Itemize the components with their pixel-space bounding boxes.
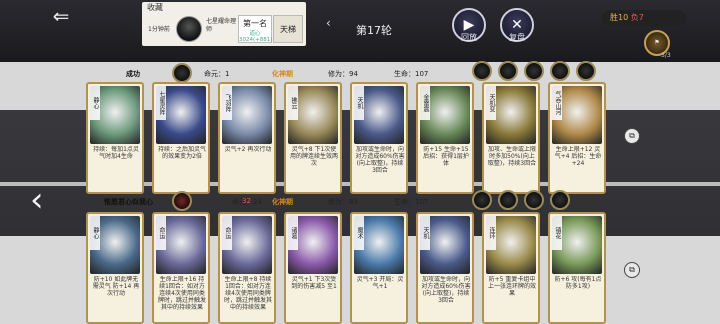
copy-icon[interactable]: ⧉ — [624, 128, 640, 144]
card-name: 镇花 — [552, 216, 562, 250]
card-name: 天机变 — [486, 86, 496, 120]
card-name: 命运 — [222, 216, 232, 250]
card-name: 魔术 — [354, 216, 364, 250]
review-label: 复盘 — [509, 33, 525, 42]
card-text: 灵气+8 下1次使用的牌连续生效两次 — [289, 146, 338, 167]
card-text: 灵气+3 开局：灵气+1 — [356, 276, 404, 290]
ladder-button[interactable]: 天梯 — [273, 15, 303, 43]
player-top-badge-icon[interactable] — [172, 63, 192, 83]
round-label: 第17轮 — [356, 24, 392, 37]
player-top-status: 成功 — [126, 70, 140, 78]
record-panel: 收藏 1分钟前 七星耀命理师 第一名 道心 3024(+881) 天梯 — [142, 2, 306, 46]
player-bottom-card-6[interactable]: 连环防+5 重复卡组中上一张连环牌的效果 — [482, 212, 540, 324]
player-bottom-card-0[interactable]: 静心防+10 如此牌无需灵气 防+14 再次行动 — [86, 212, 144, 324]
player-top-realm: 化神期 — [272, 70, 293, 78]
lose-count: 负7 — [630, 13, 644, 22]
card-text: 防+6 攻(每有1点防多1攻) — [554, 276, 602, 290]
player-top-card-0[interactable]: 静心持续：每加1点灵气时加4生命 — [86, 82, 144, 194]
card-text: 防+10 如此牌无需灵气 防+14 再次行动 — [92, 276, 140, 297]
player-bottom-xiuwei: 修为：83 — [328, 198, 358, 206]
card-text: 防+15 生命+15 后招：获得1层护体 — [423, 146, 469, 167]
card-name: 静心 — [90, 216, 100, 250]
player-bottom-card-1[interactable]: 命运生命上限+16 持续1回合：如对方连续4次使用同类牌时，跳过并触发其中的持续… — [152, 212, 210, 324]
replay-label: 回放 — [461, 33, 477, 42]
player-bottom-mingyuan-extra: 32 — [242, 197, 251, 205]
score-box: 胜10 负7 — [602, 10, 686, 26]
card-text: 加攻或生命时，向对方造成60%伤害(向上取整)，持续3回合 — [355, 146, 405, 174]
copy-icon-bottom[interactable]: ⧉ — [624, 262, 640, 278]
player-top-buff-icon-5[interactable] — [576, 61, 596, 81]
player-top-card-3[interactable]: 拂云灵气+8 下1次使用的牌连续生效两次 — [284, 82, 342, 194]
card-name: 拂云 — [288, 86, 298, 120]
record-name: 七星耀命理师 — [206, 18, 237, 33]
player-top-buff-icon-2[interactable] — [498, 61, 518, 81]
player-bottom-card-5[interactable]: 天机加攻或生命时，向对方造成60%伤害(向上取整)，持续3回合 — [416, 212, 474, 324]
card-text: 灵气+2 再次行动 — [224, 146, 272, 153]
player-bottom-status: 惟愿君心似我心 — [104, 198, 153, 206]
player-bottom-card-4[interactable]: 魔术灵气+3 开局：灵气+1 — [350, 212, 408, 324]
player-bottom-buff-icon-4[interactable] — [550, 190, 570, 210]
player-top-card-5[interactable]: 金雷震防+15 生命+15 后招：获得1层护体 — [416, 82, 474, 194]
player-bottom-card-2[interactable]: 命运生命上限+8 持续1回合：如对方连续4次使用同类牌时，跳过并触发其中的持续效… — [218, 212, 276, 324]
card-name: 气吞山河 — [552, 86, 562, 120]
player-bottom-buff-icon-3[interactable] — [524, 190, 544, 210]
card-name: 连环 — [486, 216, 496, 250]
card-name: 命运 — [156, 216, 166, 250]
record-title: 收藏 — [147, 3, 163, 12]
player-bottom-badge-icon[interactable] — [172, 191, 192, 211]
player-top-card-4[interactable]: 天机加攻或生命时，向对方造成60%伤害(向上取整)，持续3回合 — [350, 82, 408, 194]
player-top-health: 生命：107 — [394, 70, 429, 78]
player-bottom-card-7[interactable]: 镇花防+6 攻(每有1点防多1攻) — [548, 212, 606, 324]
player-bottom-buff-icon-2[interactable] — [498, 190, 518, 210]
card-text: 灵气+1 下3次受到的伤害减5 至1 — [291, 276, 337, 290]
back-arrow-icon[interactable]: ⇐ — [44, 6, 78, 26]
player-top-cards: 静心 持续：每加1点灵气时加4生命 七星灵阵 持续：之后加灵气的效果变为2倍 飞羽阵 灵气… — [86, 82, 626, 202]
card-text: 防+5 重复卡组中上一张连环牌的效果 — [487, 276, 536, 297]
player-top-buff-icon-3[interactable] — [524, 61, 544, 81]
player-bottom-realm: 化神期 — [272, 198, 293, 206]
player-top-card-1[interactable]: 七星灵阵持续：之后加灵气的效果变为2倍 — [152, 82, 210, 194]
player-bottom-health: 生命：107 — [394, 198, 429, 206]
card-name: 静心 — [90, 86, 100, 120]
player-top-buff-icon-4[interactable] — [550, 61, 570, 81]
player-bottom-cards: 静心 防+10 如此牌无需灵气 防+14 再次行动 命运 生命上限+16 持续1回合：… — [86, 212, 626, 324]
player-bottom-card-3[interactable]: 诸葛灵气+1 下3次受到的伤害减5 至1 — [284, 212, 342, 324]
card-name: 天机 — [420, 216, 430, 250]
back-chevron-icon[interactable]: ‹ — [30, 180, 44, 220]
card-name: 金雷震 — [420, 86, 430, 120]
avatar[interactable] — [176, 16, 202, 42]
card-name: 飞羽阵 — [222, 86, 232, 120]
round-left-arrow-icon[interactable]: ‹ — [326, 16, 331, 30]
player-top-card-6[interactable]: 天机变加攻、生命或上限时多加50%(向上取整)，持续3回合 — [482, 82, 540, 194]
card-text: 加攻或生命时，向对方造成60%伤害(向上取整)，持续3回合 — [421, 276, 471, 304]
card-text: 生命上限+8 持续1回合：如对方连续4次使用同类牌时，跳过并触发其中的持续效果 — [223, 276, 272, 311]
player-bottom-buff-icon-1[interactable] — [472, 190, 492, 210]
card-text: 生命上限+16 持续1回合：如对方连续4次使用同类牌时，跳过并触发其中的持续效果 — [157, 276, 206, 311]
top-bar: ⇐ 收藏 1分钟前 七星耀命理师 第一名 道心 3024(+881) 天梯 ‹ … — [0, 0, 720, 62]
rank-label: 第一名 — [243, 19, 267, 28]
win-count: 胜10 — [610, 13, 629, 22]
rank-box: 第一名 道心 3024(+881) — [238, 15, 272, 43]
card-name: 诸葛 — [288, 216, 298, 250]
rank-score: 道心 3024(+881) — [239, 31, 273, 43]
card-name: 七星灵阵 — [156, 86, 166, 120]
player-top-buff-icon-1[interactable] — [472, 61, 492, 81]
player-top-mingyuan: 命元：1 — [204, 70, 230, 78]
card-text: 加攻、生命或上限时多加50%(向上取整)，持续3回合 — [487, 146, 537, 167]
card-name: 天机 — [354, 86, 364, 120]
card-text: 持续：之后加灵气的效果变为2倍 — [157, 146, 206, 160]
player-top-xiuwei: 修为：94 — [328, 70, 358, 78]
player-top-card-7[interactable]: 气吞山河生命上限+12 灵气+4 后招：生命+24 — [548, 82, 606, 194]
turn-count: 3/3 — [661, 52, 671, 59]
card-text: 持续：每加1点灵气时加4生命 — [93, 146, 139, 160]
player-top-card-2[interactable]: 飞羽阵灵气+2 再次行动 — [218, 82, 276, 194]
record-time: 1分钟前 — [148, 26, 170, 33]
card-text: 生命上限+12 灵气+4 后招：生命+24 — [554, 146, 602, 167]
